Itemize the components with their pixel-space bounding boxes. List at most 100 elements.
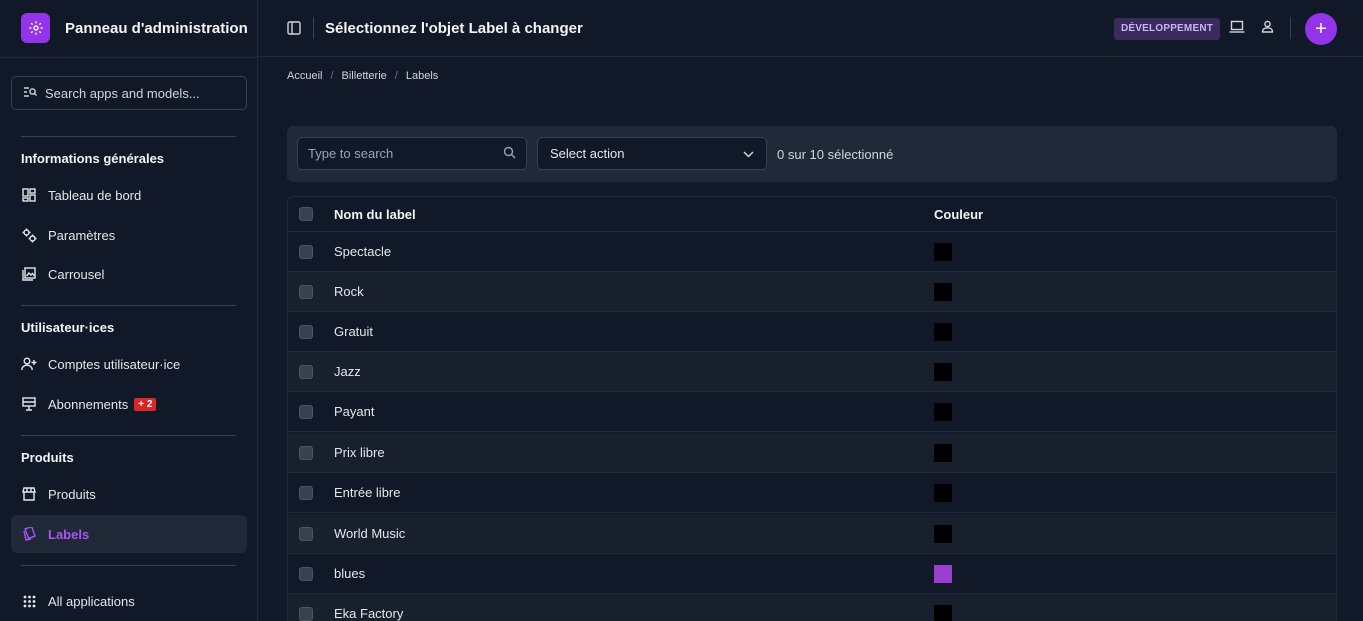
table-row[interactable]: blues: [288, 554, 1336, 594]
sidebar-item-parametres[interactable]: Paramètres: [11, 216, 247, 254]
app-title: Panneau d'administration: [65, 19, 248, 37]
row-checkbox[interactable]: [299, 364, 313, 379]
row-checkbox[interactable]: [299, 404, 313, 419]
divider: [21, 435, 236, 436]
table-row[interactable]: Spectacle: [288, 232, 1336, 272]
sidebar-item-all-applications[interactable]: All applications: [11, 582, 247, 620]
row-checkbox[interactable]: [299, 485, 313, 500]
breadcrumb-separator: /: [330, 70, 334, 82]
row-checkbox[interactable]: [299, 566, 313, 581]
label-name-link[interactable]: Gratuit: [334, 324, 373, 339]
sidebar-item-label: Comptes utilisateur·ice: [48, 356, 181, 372]
breadcrumb: Accueil / Billetterie / Labels: [287, 70, 438, 82]
settings-logo-icon: [21, 13, 50, 43]
table-row[interactable]: Rock: [288, 272, 1336, 312]
changelist-search-input[interactable]: [308, 146, 503, 161]
sidebar-divider: [0, 57, 258, 58]
topbar: Sélectionnez l'objet Label à changer DÉV…: [258, 0, 1363, 57]
label-name-link[interactable]: Jazz: [334, 364, 361, 379]
add-button[interactable]: +: [1305, 13, 1337, 45]
color-swatch: [934, 402, 952, 421]
apps-grid-icon: [21, 593, 37, 609]
label-name-link[interactable]: World Music: [334, 526, 405, 541]
person-add-icon: [21, 356, 37, 372]
color-swatch: [934, 524, 952, 543]
action-select-value: Select action: [550, 146, 625, 161]
table-row[interactable]: Gratuit: [288, 312, 1336, 352]
page-title: Sélectionnez l'objet Label à changer: [325, 20, 583, 37]
label-name-link[interactable]: Payant: [334, 404, 374, 419]
breadcrumb-current: Labels: [405, 70, 439, 82]
sidebar-item-tableau-de-bord[interactable]: Tableau de bord: [11, 176, 247, 214]
sidebar-item-label: Paramètres: [48, 227, 116, 243]
label-icon: [21, 526, 37, 542]
selection-count: 0 sur 10 sélectionné: [777, 147, 894, 162]
table-row[interactable]: Payant: [288, 392, 1336, 432]
column-header-color[interactable]: Couleur: [934, 207, 983, 222]
table-row[interactable]: Entrée libre: [288, 473, 1336, 513]
changelist-toolbar: Select action 0 sur 10 sélectionné: [287, 126, 1337, 182]
sidebar-item-carrousel[interactable]: Carrousel: [11, 255, 247, 293]
store-icon: [21, 486, 37, 502]
table-row[interactable]: Prix libre: [288, 433, 1336, 473]
separator: [1290, 17, 1291, 39]
divider: [21, 136, 236, 137]
user-icon[interactable]: [1261, 20, 1274, 36]
table-row[interactable]: Jazz: [288, 352, 1336, 392]
sidebar-search[interactable]: [11, 76, 247, 110]
separator: [313, 17, 314, 39]
environment-badge: DÉVELOPPEMENT: [1114, 18, 1221, 40]
dashboard-icon: [21, 187, 37, 203]
sidebar-item-label: Abonnements: [48, 396, 129, 412]
notification-badge: + 2: [134, 397, 157, 411]
row-checkbox[interactable]: [299, 284, 313, 299]
sidebar-search-input[interactable]: [45, 85, 235, 101]
select-all-checkbox[interactable]: [299, 207, 313, 221]
sidebar-item-comptes[interactable]: Comptes utilisateur·ice: [11, 345, 247, 383]
table-row[interactable]: World Music: [288, 514, 1336, 554]
search-list-icon: [23, 86, 37, 101]
label-name-link[interactable]: Rock: [334, 284, 364, 299]
sidebar-item-label: All applications: [48, 593, 135, 609]
label-name-link[interactable]: Spectacle: [334, 244, 391, 259]
color-swatch: [934, 242, 952, 261]
color-swatch: [934, 362, 952, 381]
sidebar-item-abonnements[interactable]: Abonnements + 2: [11, 385, 247, 423]
changelist-search[interactable]: [297, 137, 527, 170]
row-checkbox[interactable]: [299, 606, 313, 621]
row-checkbox[interactable]: [299, 526, 313, 541]
color-swatch: [934, 564, 952, 583]
table-row[interactable]: Eka Factory: [288, 594, 1336, 621]
color-swatch: [934, 322, 952, 341]
results-table: Nom du label Couleur Spectacle Rock Gratui…: [287, 196, 1337, 621]
divider: [21, 305, 236, 306]
image-icon: [21, 266, 37, 282]
search-icon[interactable]: [503, 146, 516, 162]
row-checkbox[interactable]: [299, 324, 313, 339]
section-title-informations: Informations générales: [21, 151, 165, 166]
section-title-utilisateurs: Utilisateur·ices: [21, 320, 115, 335]
label-name-link[interactable]: Prix libre: [334, 445, 385, 460]
label-name-link[interactable]: Entrée libre: [334, 485, 400, 500]
brand[interactable]: Panneau d'administration: [21, 13, 248, 43]
breadcrumb-link-accueil[interactable]: Accueil: [287, 70, 322, 82]
row-checkbox[interactable]: [299, 244, 313, 259]
laptop-icon[interactable]: [1229, 20, 1245, 37]
sidebar-item-labels[interactable]: Labels: [11, 515, 247, 553]
action-select[interactable]: Select action: [537, 137, 767, 170]
label-name-link[interactable]: blues: [334, 566, 365, 581]
table-header-row: Nom du label Couleur: [288, 197, 1336, 232]
column-header-name[interactable]: Nom du label: [334, 207, 416, 222]
divider: [21, 565, 236, 566]
settings-icon: [21, 227, 37, 243]
label-name-link[interactable]: Eka Factory: [334, 606, 403, 621]
sidebar-toggle-icon[interactable]: [287, 21, 301, 38]
row-checkbox[interactable]: [299, 445, 313, 460]
color-swatch: [934, 483, 952, 502]
sidebar-item-produits[interactable]: Produits: [11, 475, 247, 513]
sidebar-item-label: Tableau de bord: [48, 187, 142, 203]
sidebar: Panneau d'administration Informations gé…: [0, 0, 258, 621]
section-title-produits: Produits: [21, 450, 74, 465]
breadcrumb-link-billetterie[interactable]: Billetterie: [342, 70, 387, 82]
sidebar-item-label: Labels: [48, 526, 90, 542]
